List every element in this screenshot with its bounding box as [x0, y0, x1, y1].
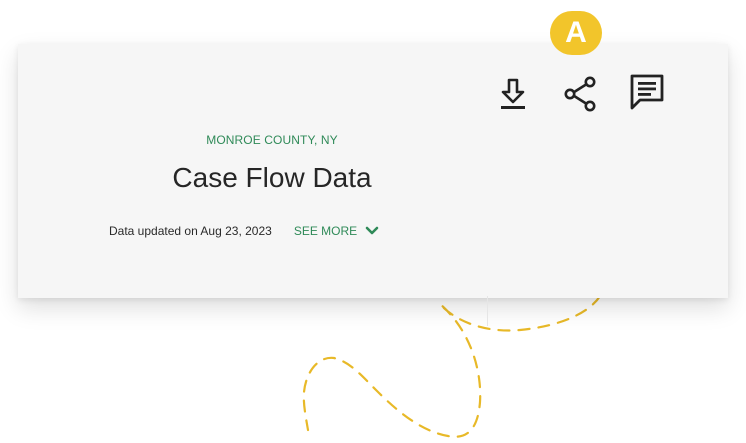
card-divider — [487, 296, 488, 326]
comment-button[interactable] — [627, 72, 667, 112]
share-button[interactable] — [560, 74, 600, 114]
see-more-toggle[interactable]: SEE MORE — [294, 224, 379, 238]
screenshot-canvas: MONROE COUNTY, NY Case Flow Data Data up… — [0, 0, 746, 443]
county-subtitle: MONROE COUNTY, NY — [206, 133, 338, 147]
download-button[interactable] — [493, 74, 533, 114]
comment-icon — [630, 74, 664, 110]
chevron-down-icon — [365, 226, 379, 235]
see-more-label: SEE MORE — [293, 224, 358, 238]
share-icon — [564, 76, 596, 112]
page-title: Case Flow Data — [172, 162, 372, 193]
update-info-row: Data updated on Aug 23, 2023 SEE MORE — [109, 224, 379, 238]
download-icon — [501, 78, 525, 109]
annotation-badge: A — [550, 11, 602, 55]
data-updated-label: Data updated on Aug 23, 2023 — [109, 224, 272, 238]
